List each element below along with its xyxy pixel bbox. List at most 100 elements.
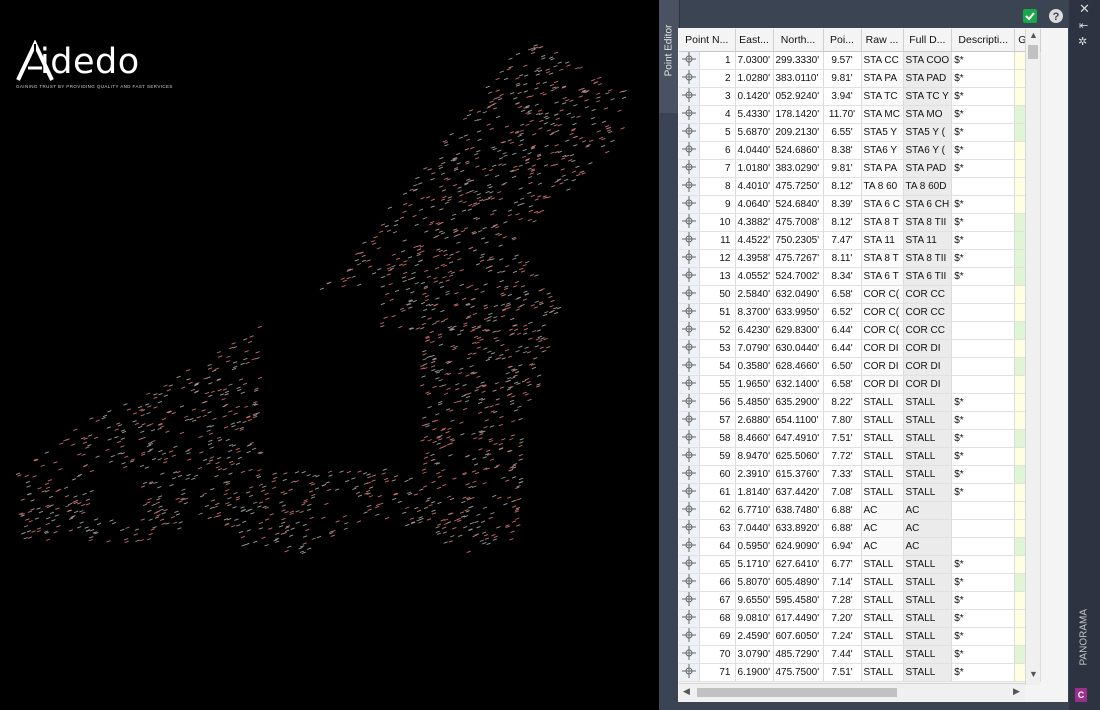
point-marker-icon[interactable] [679, 573, 700, 592]
point-marker-icon[interactable] [679, 339, 700, 358]
horizontal-scrollbar[interactable]: ◀ ▶ [679, 683, 1025, 701]
cell-northing[interactable]: 178.1420' [773, 105, 824, 124]
point-marker-icon[interactable] [679, 663, 700, 682]
cell-raw[interactable]: STALL [861, 429, 904, 448]
point-marker-icon[interactable] [679, 645, 700, 664]
cell-point[interactable]: 67 [699, 591, 736, 610]
point-marker-icon[interactable] [679, 195, 700, 214]
point-marker-icon[interactable] [679, 69, 700, 88]
cell-full[interactable]: STA 6 CH [903, 195, 953, 214]
point-marker-icon[interactable] [679, 627, 700, 646]
cell-point[interactable]: 13 [699, 267, 736, 286]
cell-northing[interactable]: 475.7500' [773, 663, 824, 682]
close-icon[interactable]: ✕ [1079, 1, 1090, 17]
cell-elev[interactable]: 7.28' [823, 591, 862, 610]
table-row[interactable]: 12 4.3958' 475.7267' 8.11' STA 8 T STA 8 TII $… [679, 249, 1042, 268]
cell-full[interactable]: STALL [903, 663, 953, 682]
cell-full[interactable]: STALL [903, 591, 953, 610]
cell-raw[interactable]: STA 8 T [861, 213, 904, 232]
cell-raw[interactable]: TA 8 60 [861, 177, 904, 196]
table-row[interactable]: 53 7.0790' 630.0440' 6.44' COR DI COR DI [679, 339, 1042, 358]
cell-raw[interactable]: COR C( [861, 303, 904, 322]
col-full-description[interactable]: Full D... [903, 29, 953, 52]
cell-northing[interactable]: 299.3330' [773, 51, 824, 70]
table-row[interactable]: 61 1.8140' 637.4420' 7.08' STALL STALL $* [679, 483, 1042, 502]
cell-desc[interactable]: $* [951, 123, 1016, 142]
cell-point[interactable]: 4 [699, 105, 736, 124]
point-marker-icon[interactable] [679, 393, 700, 412]
cell-raw[interactable]: STALL [861, 573, 904, 592]
cell-easting[interactable]: 4.0440' [735, 141, 774, 160]
cell-full[interactable]: STALL [903, 609, 953, 628]
cell-full[interactable]: STALL [903, 465, 953, 484]
table-row[interactable]: 59 8.9470' 625.5060' 7.72' STALL STALL $* [679, 447, 1042, 466]
cell-full[interactable]: STA 8 TII [903, 213, 953, 232]
scroll-right-icon[interactable]: ▶ [1013, 686, 1020, 697]
table-row[interactable]: 67 9.6550' 595.4580' 7.28' STALL STALL $* [679, 591, 1042, 610]
cell-desc[interactable]: $* [951, 465, 1016, 484]
cell-desc[interactable] [951, 321, 1016, 340]
cell-point[interactable]: 64 [699, 537, 736, 556]
cell-desc[interactable]: $* [951, 213, 1016, 232]
cell-northing[interactable]: 633.9950' [773, 303, 824, 322]
cell-point[interactable]: 57 [699, 411, 736, 430]
point-marker-icon[interactable] [679, 429, 700, 448]
cell-elev[interactable]: 6.58' [823, 285, 862, 304]
cell-full[interactable]: STALL [903, 555, 953, 574]
cell-elev[interactable]: 7.47' [823, 231, 862, 250]
cell-full[interactable]: STA PAD [903, 69, 953, 88]
cell-full[interactable]: AC [903, 501, 953, 520]
cell-desc[interactable]: $* [951, 483, 1016, 502]
cell-point[interactable]: 65 [699, 555, 736, 574]
cell-elev[interactable]: 6.55' [823, 123, 862, 142]
table-row[interactable]: 68 9.0810' 617.4490' 7.20' STALL STALL $* [679, 609, 1042, 628]
cell-elev[interactable]: 8.38' [823, 141, 862, 160]
cell-desc[interactable]: $* [951, 663, 1016, 682]
help-icon[interactable]: ? [1048, 8, 1064, 24]
table-row[interactable]: 70 3.0790' 485.7290' 7.44' STALL STALL $* [679, 645, 1042, 664]
cell-elev[interactable]: 6.50' [823, 357, 862, 376]
cell-easting[interactable]: 3.0790' [735, 645, 774, 664]
cell-easting[interactable]: 9.6550' [735, 591, 774, 610]
table-row[interactable]: 54 0.3580' 628.4660' 6.50' COR DI COR DI [679, 357, 1042, 376]
cell-northing[interactable]: 628.4660' [773, 357, 824, 376]
cell-northing[interactable]: 638.7480' [773, 501, 824, 520]
cell-northing[interactable]: 383.0110' [773, 69, 824, 88]
cell-point[interactable]: 7 [699, 159, 736, 178]
point-marker-icon[interactable] [679, 555, 700, 574]
cell-desc[interactable]: $* [951, 267, 1016, 286]
cell-easting[interactable]: 9.0810' [735, 609, 774, 628]
cell-raw[interactable]: STALL [861, 483, 904, 502]
cell-easting[interactable]: 0.1420' [735, 87, 774, 106]
point-marker-icon[interactable] [679, 375, 700, 394]
cell-easting[interactable]: 2.6880' [735, 411, 774, 430]
cell-easting[interactable]: 7.0790' [735, 339, 774, 358]
cell-full[interactable]: STA 8 TII [903, 249, 953, 268]
cell-northing[interactable]: 607.6050' [773, 627, 824, 646]
palette-title-tab[interactable]: Point Editor [659, 0, 680, 113]
cell-easting[interactable]: 4.3958' [735, 249, 774, 268]
point-marker-icon[interactable] [679, 447, 700, 466]
scroll-up-icon[interactable]: ▲ [1029, 30, 1038, 40]
point-marker-icon[interactable] [679, 465, 700, 484]
point-marker-icon[interactable] [679, 231, 700, 250]
point-marker-icon[interactable] [679, 483, 700, 502]
cell-northing[interactable]: 615.3760' [773, 465, 824, 484]
table-row[interactable]: 9 4.0640' 524.6840' 8.39' STA 6 C STA 6 CH $* [679, 195, 1042, 214]
cell-raw[interactable]: STA5 Y [861, 123, 904, 142]
cell-elev[interactable]: 7.51' [823, 663, 862, 682]
vertical-scroll-thumb[interactable] [1028, 45, 1038, 59]
cell-desc[interactable]: $* [951, 159, 1016, 178]
cell-raw[interactable]: STA 6 C [861, 195, 904, 214]
point-marker-icon[interactable] [679, 303, 700, 322]
cell-easting[interactable]: 1.8140' [735, 483, 774, 502]
cell-easting[interactable]: 4.4522' [735, 231, 774, 250]
cell-easting[interactable]: 8.9470' [735, 447, 774, 466]
cell-northing[interactable]: 052.9240' [773, 87, 824, 106]
cell-desc[interactable]: $* [951, 141, 1016, 160]
cell-desc[interactable]: $* [951, 447, 1016, 466]
cell-full[interactable]: STALL [903, 429, 953, 448]
table-row[interactable]: 62 6.7710' 638.7480' 6.88' AC AC [679, 501, 1042, 520]
cell-elev[interactable]: 8.12' [823, 213, 862, 232]
cell-northing[interactable]: 654.1100' [773, 411, 824, 430]
